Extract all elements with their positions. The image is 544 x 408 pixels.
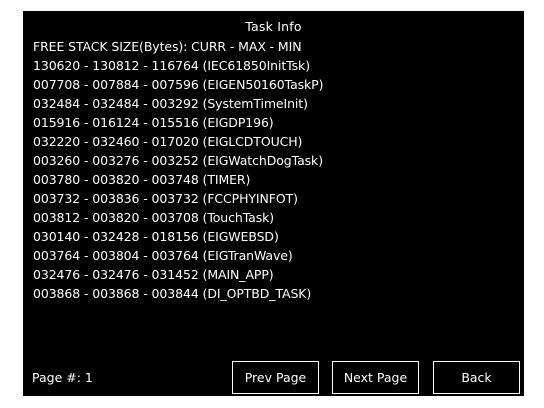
- task-row: 032476 - 032476 - 031452 (MAIN_APP): [33, 267, 274, 282]
- task-row: 130620 - 130812 - 116764 (IEC61850InitTs…: [33, 58, 310, 73]
- task-row: 007708 - 007884 - 007596 (EIGEN50160Task…: [33, 77, 324, 92]
- task-row: 003764 - 003804 - 003764 (EIGTranWave): [33, 248, 293, 263]
- screen-title: Task Info: [245, 19, 302, 34]
- task-row: 003732 - 003836 - 003732 (FCCPHYINFOT): [33, 191, 298, 206]
- task-row: 003868 - 003868 - 003844 (DI_OPTBD_TASK): [33, 286, 312, 301]
- back-button[interactable]: Back: [433, 361, 520, 394]
- page-number-label: Page #: 1: [32, 370, 93, 385]
- task-row: 032484 - 032484 - 003292 (SystemTimeInit…: [33, 96, 308, 111]
- prev-page-button[interactable]: Prev Page: [232, 361, 319, 394]
- task-info-screen: Task Info FREE STACK SIZE(Bytes): CURR -…: [23, 11, 524, 396]
- task-row: 003780 - 003820 - 003748 (TIMER): [33, 172, 251, 187]
- task-row: 030140 - 032428 - 018156 (EIGWEBSD): [33, 229, 279, 244]
- next-page-button[interactable]: Next Page: [332, 361, 419, 394]
- task-list: FREE STACK SIZE(Bytes): CURR - MAX - MIN…: [33, 37, 514, 303]
- task-row: 032220 - 032460 - 017020 (EIGLCDTOUCH): [33, 134, 303, 149]
- column-header: FREE STACK SIZE(Bytes): CURR - MAX - MIN: [33, 39, 302, 54]
- task-row: 015916 - 016124 - 015516 (EIGDP196): [33, 115, 274, 130]
- task-row: 003260 - 003276 - 003252 (EIGWatchDogTas…: [33, 153, 323, 168]
- task-row: 003812 - 003820 - 003708 (TouchTask): [33, 210, 275, 225]
